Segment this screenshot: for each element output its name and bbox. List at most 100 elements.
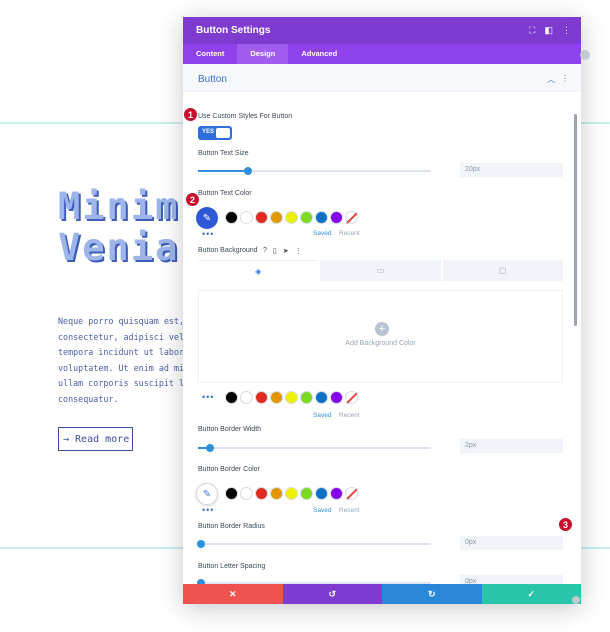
cursor-icon[interactable]: ➤ [283, 247, 289, 255]
read-more-button[interactable]: → Read more [58, 427, 133, 451]
eyedropper-icon[interactable]: ✎ [196, 207, 218, 229]
slider-thumb[interactable] [197, 540, 205, 548]
collapse-icon[interactable]: ︿ [547, 74, 555, 85]
color-swatch[interactable] [240, 391, 253, 404]
text-size-label: Button Text Size [198, 150, 249, 157]
color-swatch[interactable] [255, 487, 268, 500]
background-preview[interactable]: + Add Background Color [198, 290, 563, 383]
color-swatch[interactable] [270, 487, 283, 500]
color-swatch[interactable] [315, 391, 328, 404]
border-width-input[interactable]: 2px [460, 439, 563, 453]
border-radius-slider[interactable] [197, 540, 431, 548]
bg-color-tab[interactable]: ◈ [198, 260, 319, 281]
color-swatch[interactable] [240, 487, 253, 500]
text-color-swatches [225, 211, 358, 224]
add-icon[interactable]: + [375, 322, 389, 336]
more-options-icon[interactable]: ⋮ [562, 25, 571, 35]
no-color-swatch[interactable] [345, 391, 358, 404]
modal-header: Button Settings ⛶ ◧ ⋮ [183, 17, 581, 44]
use-custom-styles-label: Use Custom Styles For Button [198, 113, 293, 120]
slider-thumb[interactable] [206, 444, 214, 452]
border-width-slider[interactable] [198, 444, 431, 452]
tab-advanced[interactable]: Advanced [288, 44, 350, 64]
tab-design[interactable]: Design [237, 44, 289, 64]
color-swatch[interactable] [315, 211, 328, 224]
modal-title: Button Settings [196, 25, 271, 36]
recent-tab[interactable]: Recent [339, 412, 360, 419]
image-icon: ▭ [376, 266, 385, 275]
letter-spacing-input[interactable]: 0px [460, 575, 563, 584]
redo-button[interactable]: ↻ [382, 584, 482, 604]
color-swatch[interactable] [330, 487, 343, 500]
color-swatch[interactable] [225, 391, 238, 404]
bg-heading-line1: Minim [58, 185, 180, 228]
split-view-icon[interactable]: ◧ [544, 25, 553, 35]
color-swatch[interactable] [270, 391, 283, 404]
annotation-badge-2: 2 [185, 192, 200, 207]
more-dots-icon[interactable]: ••• [202, 505, 214, 515]
color-swatch[interactable] [285, 391, 298, 404]
no-color-swatch[interactable] [345, 211, 358, 224]
color-swatch[interactable] [330, 211, 343, 224]
text-color-label: Button Text Color [198, 190, 252, 197]
mobile-icon[interactable]: ▯ [273, 247, 277, 255]
border-color-label: Button Border Color [198, 466, 260, 473]
eyedropper-icon[interactable]: ✎ [196, 483, 218, 505]
border-radius-label: Button Border Radius [198, 523, 265, 530]
section-more-icon[interactable]: ⋮ [561, 74, 569, 85]
slider-thumb[interactable] [244, 167, 252, 175]
color-swatch[interactable] [225, 211, 238, 224]
bg-gradient-tab[interactable]: ▭ [320, 260, 441, 281]
color-swatch[interactable] [225, 487, 238, 500]
color-swatch[interactable] [255, 391, 268, 404]
no-color-swatch[interactable] [345, 487, 358, 500]
color-swatch[interactable] [300, 391, 313, 404]
cancel-button[interactable]: ✕ [183, 584, 283, 604]
close-side-icon[interactable] [580, 50, 590, 60]
section-header[interactable]: Button ︿ ⋮ [183, 64, 581, 92]
color-swatch[interactable] [285, 211, 298, 224]
text-size-input[interactable]: 20px [460, 163, 563, 177]
modal-scrollbar[interactable] [574, 114, 577, 326]
color-swatch[interactable] [240, 211, 253, 224]
color-swatch[interactable] [285, 487, 298, 500]
more-dots-icon[interactable]: ••• [202, 392, 214, 402]
color-swatch[interactable] [300, 211, 313, 224]
color-swatch[interactable] [300, 487, 313, 500]
more-dots-icon[interactable]: ••• [202, 229, 214, 239]
fullscreen-icon[interactable]: ⛶ [529, 25, 535, 35]
color-swatch[interactable] [270, 211, 283, 224]
bg-paragraph: Neque porro quisquam est, qu consectetur… [58, 316, 188, 404]
slider-fill [198, 170, 245, 172]
undo-button[interactable]: ↺ [282, 584, 382, 604]
resize-handle-icon[interactable] [572, 596, 580, 604]
help-icon[interactable]: ? [263, 247, 267, 255]
button-settings-modal: Button Settings ⛶ ◧ ⋮ Content Design Adv… [183, 17, 581, 604]
background-swatches [225, 391, 358, 404]
bg-image-tab[interactable]: ▢ [442, 260, 563, 281]
modal-body: Button ︿ ⋮ Use Custom Styles For Button … [183, 64, 581, 584]
color-swatch[interactable] [315, 487, 328, 500]
border-radius-input[interactable]: 0px [460, 536, 563, 550]
border-width-label: Button Border Width [198, 426, 262, 433]
bg-heading-line2: Venia [58, 226, 180, 269]
tab-content[interactable]: Content [183, 44, 237, 64]
saved-tab[interactable]: Saved [313, 412, 331, 419]
annotation-badge-1: 1 [183, 107, 198, 122]
text-size-slider[interactable] [198, 167, 431, 175]
saved-tab[interactable]: Saved [313, 507, 331, 514]
modal-footer: ✕ ↺ ↻ ✓ [183, 584, 581, 604]
recent-tab[interactable]: Recent [339, 507, 360, 514]
paint-bucket-icon: ◈ [255, 266, 262, 276]
stage: Minim Venia Neque porro quisquam est, qu… [0, 0, 610, 632]
section-title: Button [198, 74, 227, 85]
color-swatch[interactable] [255, 211, 268, 224]
saved-tab[interactable]: Saved [313, 230, 331, 237]
recent-tab[interactable]: Recent [339, 230, 360, 237]
options-icon[interactable]: ⋮ [295, 247, 302, 255]
color-swatch[interactable] [330, 391, 343, 404]
custom-styles-toggle[interactable]: YES [198, 126, 232, 140]
save-button[interactable]: ✓ [481, 584, 581, 604]
background-type-tabs: ◈ ▭ ▢ [198, 260, 563, 281]
toggle-knob [216, 128, 230, 138]
